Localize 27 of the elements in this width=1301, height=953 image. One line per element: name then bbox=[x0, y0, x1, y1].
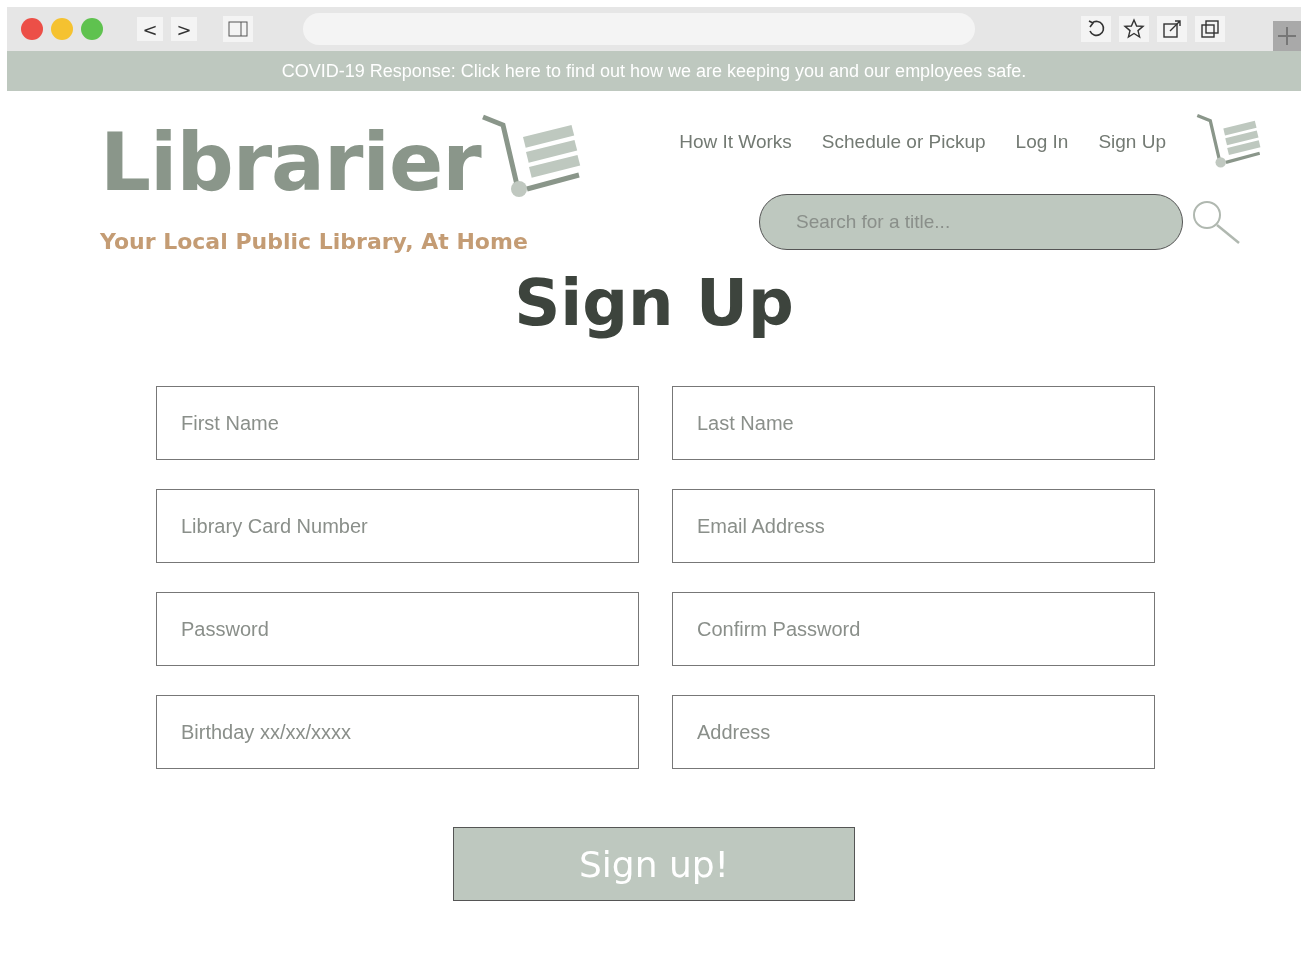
sidebar-icon[interactable] bbox=[223, 16, 253, 42]
forward-button[interactable]: > bbox=[171, 17, 197, 41]
close-icon[interactable] bbox=[21, 18, 43, 40]
input-field[interactable]: First Name bbox=[156, 386, 639, 460]
nav-link[interactable]: How It Works bbox=[679, 131, 792, 154]
logo-text: Librarier bbox=[100, 123, 481, 203]
new-tab-button[interactable] bbox=[1273, 21, 1301, 51]
input-field[interactable]: Email Address bbox=[672, 489, 1155, 563]
page-title: Sign Up bbox=[513, 266, 795, 342]
share-icon[interactable] bbox=[1157, 16, 1187, 42]
search-field[interactable]: Search for a title... bbox=[759, 193, 1183, 250]
input-field[interactable]: Last Name bbox=[672, 386, 1155, 460]
input-field[interactable]: Password bbox=[156, 592, 639, 666]
input-field[interactable]: Birthday xx/xx/xxxx bbox=[156, 695, 639, 769]
nav-link[interactable]: Log In bbox=[1015, 131, 1069, 154]
input-field[interactable]: Library Card Number bbox=[156, 489, 639, 563]
reload-icon[interactable] bbox=[1081, 16, 1111, 42]
back-button[interactable]: < bbox=[137, 17, 163, 41]
minimize-icon[interactable] bbox=[51, 18, 73, 40]
nav-link[interactable]: Sign Up bbox=[1098, 131, 1166, 154]
input-field[interactable]: Address bbox=[672, 695, 1155, 769]
search-icon[interactable] bbox=[1191, 198, 1241, 245]
nav-link[interactable]: Schedule or Pickup bbox=[821, 131, 986, 154]
input-field[interactable]: Confirm Password bbox=[672, 592, 1155, 666]
tabs-icon[interactable] bbox=[1195, 16, 1225, 42]
maximize-icon[interactable] bbox=[81, 18, 103, 40]
tagline: Your Local Public Library, At Home bbox=[100, 229, 529, 254]
